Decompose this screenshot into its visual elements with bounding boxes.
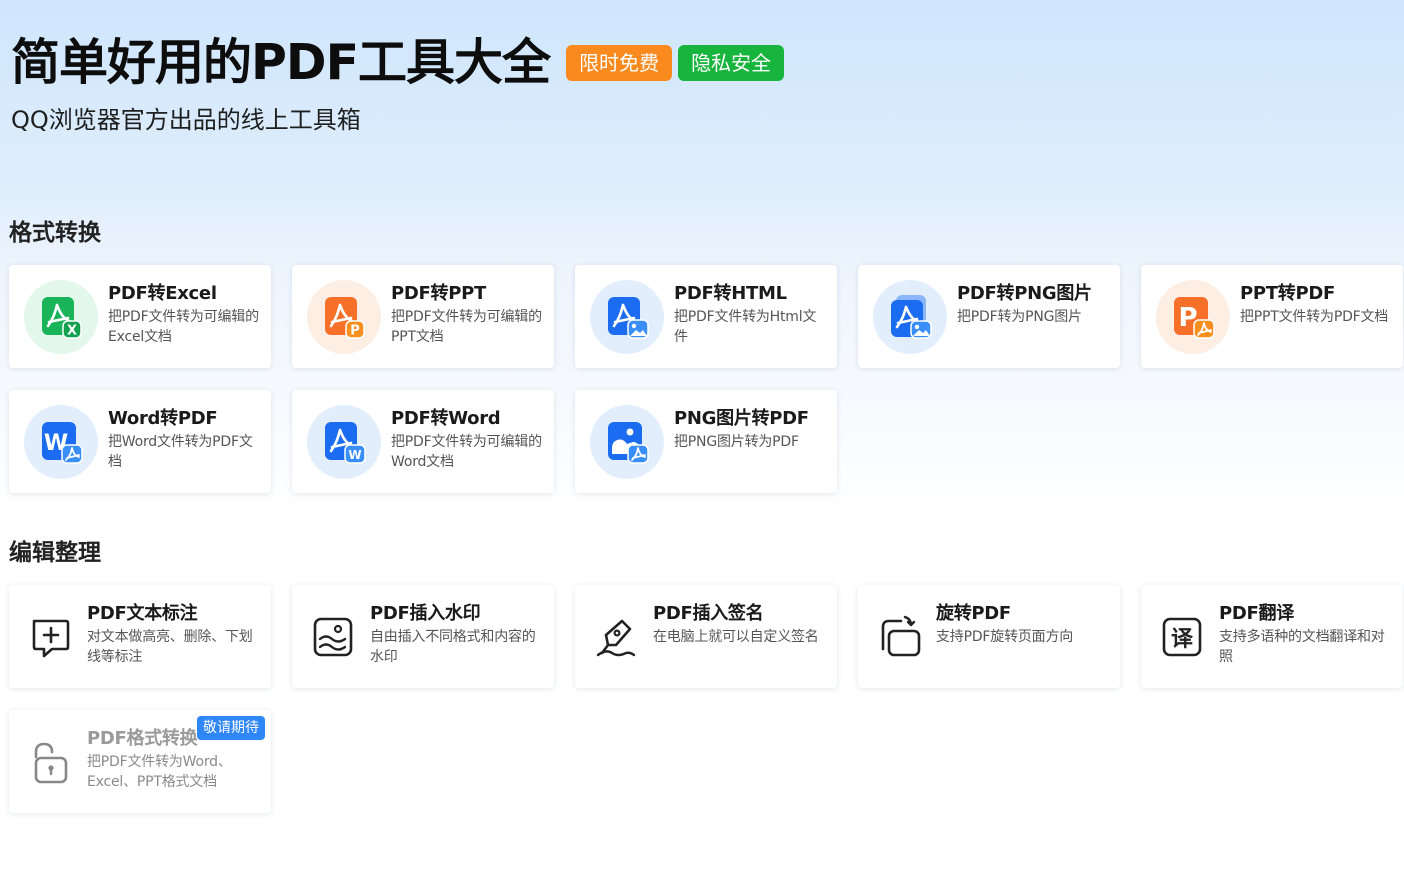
hero-title-row: 简单好用的PDF工具大全 限时免费 隐私安全 <box>11 30 1391 96</box>
tool-card-translate[interactable]: 译 PDF翻译 支持多语种的文档翻译和对照 <box>1141 585 1403 688</box>
tool-card-title: PDF翻译 <box>1219 603 1294 624</box>
ppt-to-pdf-icon: P <box>1156 280 1230 354</box>
tool-card-title: PDF转Excel <box>108 283 217 304</box>
tool-card-desc: 把PDF转为PNG图片 <box>957 309 1082 325</box>
tool-card-desc: 把PDF文件转为可编辑的Excel文档 <box>108 309 259 345</box>
tool-card-desc: 自由插入不同格式和内容的水印 <box>370 629 536 665</box>
png-to-pdf-icon <box>590 405 664 479</box>
annotate-icon <box>24 611 76 663</box>
svg-text:W: W <box>348 448 361 462</box>
tool-card-desc: 把PDF文件转为Html文件 <box>674 309 817 345</box>
tool-card-annotate[interactable]: PDF文本标注 对文本做高亮、删除、下划线等标注 <box>9 585 271 688</box>
tool-card-desc: 把PDF文件转为可编辑的Word文档 <box>391 434 542 470</box>
svg-text:译: 译 <box>1171 627 1194 652</box>
convert-tool-grid: X PDF转Excel 把PDF文件转为可编辑的Excel文档 P PDF转PP… <box>9 265 1403 493</box>
tool-card-ppt-to-pdf[interactable]: P PPT转PDF 把PPT文件转为PDF文档 <box>1141 265 1403 368</box>
tool-card-title: PDF转PNG图片 <box>957 283 1092 304</box>
tool-card-title: PDF插入水印 <box>370 603 481 624</box>
tool-card-desc: 把PDF文件转为可编辑的PPT文档 <box>391 309 542 345</box>
privacy-badge: 隐私安全 <box>678 45 785 81</box>
svg-text:X: X <box>67 324 77 339</box>
tool-card-pdf-to-word[interactable]: W PDF转Word 把PDF文件转为可编辑的Word文档 <box>292 390 554 493</box>
tool-card-title: PDF转HTML <box>674 283 787 304</box>
page-subtitle: QQ浏览器官方出品的线上工具箱 <box>11 106 361 134</box>
pdf-to-ppt-icon: P <box>307 280 381 354</box>
tool-card-pdf-to-ppt[interactable]: P PDF转PPT 把PDF文件转为可编辑的PPT文档 <box>292 265 554 368</box>
free-badge: 限时免费 <box>566 45 673 81</box>
pdf-to-png-icon <box>873 280 947 354</box>
tool-card-title: PDF转Word <box>391 408 501 429</box>
tool-card-desc: 支持多语种的文档翻译和对照 <box>1219 629 1385 665</box>
pdf-to-excel-icon: X <box>24 280 98 354</box>
tool-card-pdf-to-html[interactable]: PDF转HTML 把PDF文件转为Html文件 <box>575 265 837 368</box>
tool-card-desc: 把Word文件转为PDF文档 <box>108 434 253 470</box>
tool-card-desc: 支持PDF旋转页面方向 <box>936 629 1074 645</box>
tool-card-rotate[interactable]: 旋转PDF 支持PDF旋转页面方向 <box>858 585 1120 688</box>
tool-card-title: PNG图片转PDF <box>674 408 809 429</box>
page-title: 简单好用的PDF工具大全 <box>11 34 551 91</box>
tool-card-pdf-convert[interactable]: 敬请期待 PDF格式转换 把PDF文件转为Word、Excel、PPT格式文档 <box>9 710 271 813</box>
tool-card-title: PDF文本标注 <box>87 603 198 624</box>
tool-card-png-to-pdf[interactable]: PNG图片转PDF 把PNG图片转为PDF <box>575 390 837 493</box>
tool-card-signature[interactable]: PDF插入签名 在电脑上就可以自定义签名 <box>575 585 837 688</box>
section-title-edit: 编辑整理 <box>9 540 101 566</box>
tool-card-desc: 把PNG图片转为PDF <box>674 434 799 450</box>
tool-card-watermark[interactable]: PDF插入水印 自由插入不同格式和内容的水印 <box>292 585 554 688</box>
tool-card-pdf-to-excel[interactable]: X PDF转Excel 把PDF文件转为可编辑的Excel文档 <box>9 265 271 368</box>
watermark-icon <box>307 611 359 663</box>
unlock-icon <box>24 736 76 788</box>
tool-card-title: PDF转PPT <box>391 283 486 304</box>
tool-card-desc: 对文本做高亮、删除、下划线等标注 <box>87 629 253 665</box>
tool-card-desc: 把PDF文件转为Word、Excel、PPT格式文档 <box>87 754 232 790</box>
section-title-convert: 格式转换 <box>9 220 101 246</box>
pdf-to-word-icon: W <box>307 405 381 479</box>
tool-card-title: PDF插入签名 <box>653 603 764 624</box>
hero: 简单好用的PDF工具大全 限时免费 隐私安全 QQ浏览器官方出品的线上工具箱 <box>11 30 1391 136</box>
edit-tool-grid: PDF文本标注 对文本做高亮、删除、下划线等标注 PDF插入水印 自由插入不同格… <box>9 585 1403 813</box>
tool-card-title: Word转PDF <box>108 408 218 429</box>
tool-card-title: PPT转PDF <box>1240 283 1335 304</box>
pdf-to-html-icon <box>590 280 664 354</box>
tool-card-desc: 把PPT文件转为PDF文档 <box>1240 309 1389 325</box>
word-to-pdf-icon: W <box>24 405 98 479</box>
tool-card-pdf-to-png[interactable]: PDF转PNG图片 把PDF转为PNG图片 <box>858 265 1120 368</box>
tool-card-desc: 在电脑上就可以自定义签名 <box>653 629 819 645</box>
tool-card-word-to-pdf[interactable]: W Word转PDF 把Word文件转为PDF文档 <box>9 390 271 493</box>
translate-icon: 译 <box>1156 611 1208 663</box>
signature-icon <box>590 611 642 663</box>
tool-card-title: 旋转PDF <box>936 603 1011 624</box>
coming-soon-badge: 敬请期待 <box>197 716 265 740</box>
svg-text:P: P <box>350 324 360 339</box>
rotate-icon <box>873 611 925 663</box>
